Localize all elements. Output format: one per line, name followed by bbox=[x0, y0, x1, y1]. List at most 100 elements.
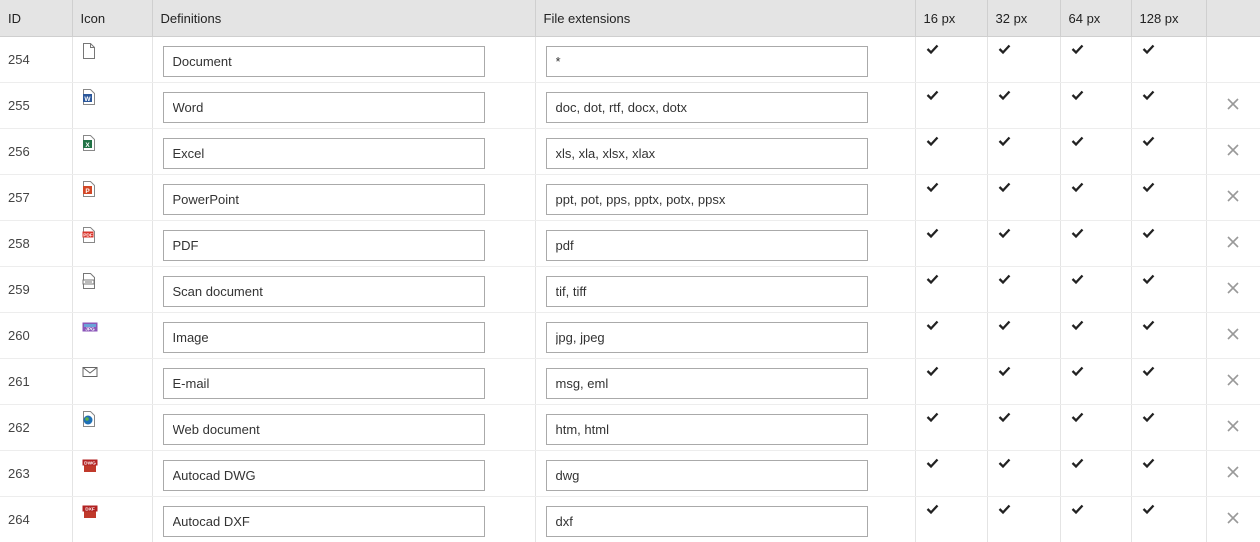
definition-input[interactable] bbox=[163, 138, 485, 169]
extensions-input[interactable] bbox=[546, 322, 868, 353]
definition-input[interactable] bbox=[163, 414, 485, 445]
delete-icon[interactable] bbox=[1226, 419, 1240, 433]
row-id: 256 bbox=[0, 129, 72, 175]
definition-input[interactable] bbox=[163, 368, 485, 399]
header-row: ID Icon Definitions File extensions 16 p… bbox=[0, 0, 1260, 37]
delete-icon[interactable] bbox=[1226, 143, 1240, 157]
delete-icon[interactable] bbox=[1226, 465, 1240, 479]
checkmark-64px-icon bbox=[1071, 89, 1084, 101]
checkmark-64px-icon bbox=[1071, 135, 1084, 147]
powerpoint-document-icon: P bbox=[82, 181, 96, 197]
svg-text:JPG: JPG bbox=[85, 327, 95, 333]
checkmark-32px-icon bbox=[998, 43, 1011, 55]
checkmark-64px-icon bbox=[1071, 319, 1084, 331]
extensions-input[interactable] bbox=[546, 460, 868, 491]
extensions-input[interactable] bbox=[546, 46, 868, 77]
checkmark-16px-icon bbox=[926, 181, 939, 193]
svg-text:PDF: PDF bbox=[83, 233, 93, 239]
svg-text:X: X bbox=[85, 142, 90, 149]
table-row: 263DWG bbox=[0, 451, 1260, 497]
autocad-dwg-icon: DWG bbox=[82, 457, 96, 473]
header-actions bbox=[1206, 0, 1260, 37]
extensions-input[interactable] bbox=[546, 276, 868, 307]
checkmark-128px-icon bbox=[1142, 273, 1155, 285]
blank-document-icon bbox=[82, 43, 96, 59]
delete-icon[interactable] bbox=[1226, 189, 1240, 203]
table-row: 256 X bbox=[0, 129, 1260, 175]
header-definitions: Definitions bbox=[152, 0, 535, 37]
definition-input[interactable] bbox=[163, 276, 485, 307]
checkmark-16px-icon bbox=[926, 457, 939, 469]
email-icon bbox=[82, 365, 96, 381]
table-row: 255W bbox=[0, 83, 1260, 129]
checkmark-16px-icon bbox=[926, 273, 939, 285]
definition-input[interactable] bbox=[163, 460, 485, 491]
extensions-input[interactable] bbox=[546, 184, 868, 215]
table-body: 254255W256X257P258PDF259260JPG261262263D… bbox=[0, 37, 1260, 542]
extensions-input[interactable] bbox=[546, 230, 868, 261]
row-id: 260 bbox=[0, 313, 72, 359]
checkmark-128px-icon bbox=[1142, 89, 1155, 101]
row-id: 257 bbox=[0, 175, 72, 221]
checkmark-128px-icon bbox=[1142, 457, 1155, 469]
checkmark-64px-icon bbox=[1071, 43, 1084, 55]
header-id: ID bbox=[0, 0, 72, 37]
definition-input[interactable] bbox=[163, 184, 485, 215]
table-row: 260 JPG bbox=[0, 313, 1260, 359]
header-file-extensions: File extensions bbox=[535, 0, 915, 37]
definition-input[interactable] bbox=[163, 46, 485, 77]
extensions-input[interactable] bbox=[546, 414, 868, 445]
extensions-input[interactable] bbox=[546, 368, 868, 399]
extensions-input[interactable] bbox=[546, 506, 868, 537]
extensions-input[interactable] bbox=[546, 92, 868, 123]
header-32px: 32 px bbox=[987, 0, 1060, 37]
delete-icon[interactable] bbox=[1226, 235, 1240, 249]
definition-input[interactable] bbox=[163, 506, 485, 537]
definition-input[interactable] bbox=[163, 92, 485, 123]
row-id: 259 bbox=[0, 267, 72, 313]
checkmark-32px-icon bbox=[998, 365, 1011, 377]
image-document-icon: JPG bbox=[82, 319, 96, 335]
definition-input[interactable] bbox=[163, 322, 485, 353]
svg-text:DWG: DWG bbox=[84, 461, 96, 467]
checkmark-64px-icon bbox=[1071, 181, 1084, 193]
checkmark-32px-icon bbox=[998, 135, 1011, 147]
delete-icon[interactable] bbox=[1226, 281, 1240, 295]
checkmark-32px-icon bbox=[998, 227, 1011, 239]
checkmark-64px-icon bbox=[1071, 365, 1084, 377]
checkmark-64px-icon bbox=[1071, 273, 1084, 285]
table-row: 264 DXF bbox=[0, 497, 1260, 542]
table-row: 257 P bbox=[0, 175, 1260, 221]
autocad-dxf-icon: DXF bbox=[82, 503, 96, 519]
pdf-document-icon: PDF bbox=[82, 227, 96, 243]
checkmark-32px-icon bbox=[998, 411, 1011, 423]
svg-text:W: W bbox=[84, 96, 91, 103]
delete-icon[interactable] bbox=[1226, 511, 1240, 525]
definition-input[interactable] bbox=[163, 230, 485, 261]
checkmark-128px-icon bbox=[1142, 135, 1155, 147]
excel-document-icon: X bbox=[82, 135, 96, 151]
row-id: 262 bbox=[0, 405, 72, 451]
extensions-input[interactable] bbox=[546, 138, 868, 169]
table-row: 254 bbox=[0, 37, 1260, 83]
row-id: 264 bbox=[0, 497, 72, 542]
scan-document-icon bbox=[82, 273, 96, 289]
file-types-table: ID Icon Definitions File extensions 16 p… bbox=[0, 0, 1260, 542]
delete-icon[interactable] bbox=[1226, 327, 1240, 341]
row-id: 261 bbox=[0, 359, 72, 405]
checkmark-128px-icon bbox=[1142, 43, 1155, 55]
header-128px: 128 px bbox=[1131, 0, 1206, 37]
table-row: 259 bbox=[0, 267, 1260, 313]
checkmark-16px-icon bbox=[926, 319, 939, 331]
checkmark-16px-icon bbox=[926, 89, 939, 101]
delete-icon[interactable] bbox=[1226, 373, 1240, 387]
table-row: 261 bbox=[0, 359, 1260, 405]
word-document-icon: W bbox=[82, 89, 96, 105]
checkmark-64px-icon bbox=[1071, 411, 1084, 423]
checkmark-32px-icon bbox=[998, 89, 1011, 101]
checkmark-16px-icon bbox=[926, 227, 939, 239]
checkmark-64px-icon bbox=[1071, 227, 1084, 239]
row-id: 254 bbox=[0, 37, 72, 83]
delete-icon[interactable] bbox=[1226, 97, 1240, 111]
checkmark-128px-icon bbox=[1142, 181, 1155, 193]
